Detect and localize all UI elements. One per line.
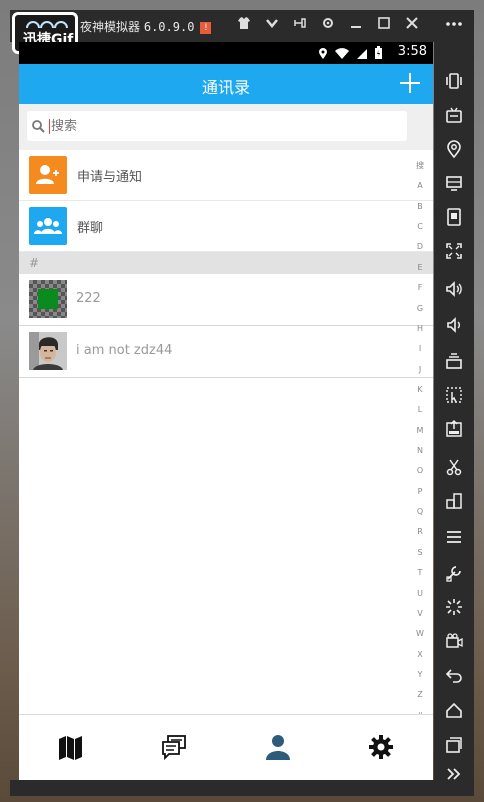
avatar: [29, 280, 67, 318]
index-letter[interactable]: Z: [417, 690, 422, 700]
shake-icon[interactable]: [434, 64, 474, 98]
index-letter[interactable]: G: [417, 304, 423, 314]
record-icon[interactable]: [434, 624, 474, 658]
emulator-sidebar: [434, 10, 474, 796]
list-item-label: 群聊: [77, 221, 104, 236]
close-icon[interactable]: [398, 16, 426, 36]
screen-icon[interactable]: [434, 166, 474, 200]
index-letter[interactable]: D: [417, 242, 423, 252]
index-letter[interactable]: S: [417, 548, 422, 558]
alert-badge[interactable]: !: [200, 21, 212, 34]
index-letter[interactable]: U: [417, 589, 423, 599]
signal-icon: [357, 48, 367, 59]
search-box[interactable]: [27, 111, 407, 141]
skin-icon[interactable]: [230, 16, 258, 36]
back-icon[interactable]: [434, 658, 474, 692]
text-caret: [49, 119, 50, 134]
settings-icon[interactable]: [367, 733, 395, 761]
avatar: [29, 332, 67, 370]
double-chevron-icon[interactable]: [434, 760, 474, 788]
scissors-icon[interactable]: [434, 450, 474, 484]
page-title: 通讯录: [201, 78, 250, 97]
chevron-down-icon[interactable]: [258, 16, 286, 36]
index-letter[interactable]: B: [417, 202, 423, 212]
location-icon: [319, 47, 327, 59]
app-bar: 通讯录: [19, 64, 433, 104]
minimize-icon[interactable]: [342, 16, 370, 36]
pin-icon[interactable]: [286, 16, 314, 36]
alphabet-index[interactable]: 搜ABCDEFGHIJKLMNOPQRSTUVWXYZ#: [413, 161, 427, 721]
index-letter[interactable]: I: [419, 344, 421, 354]
group-icon: [29, 207, 67, 245]
index-letter[interactable]: L: [418, 405, 422, 415]
section-header: #: [19, 252, 433, 274]
index-letter[interactable]: H: [417, 324, 423, 334]
gear-icon[interactable]: [314, 16, 342, 36]
logo-arcs-icon: [26, 21, 68, 29]
multi-instance-icon[interactable]: [434, 344, 474, 378]
index-letter[interactable]: Y: [418, 670, 423, 680]
index-letter[interactable]: F: [418, 283, 423, 293]
index-letter[interactable]: C: [417, 222, 423, 232]
more-icon[interactable]: [434, 12, 474, 36]
map-icon[interactable]: [57, 733, 85, 761]
index-letter[interactable]: A: [417, 181, 422, 191]
index-letter[interactable]: N: [417, 446, 423, 456]
maximize-icon[interactable]: [370, 16, 398, 36]
resize-icon[interactable]: [434, 484, 474, 518]
index-letter[interactable]: V: [417, 609, 422, 619]
wifi-icon: [335, 47, 349, 59]
search-icon: [32, 120, 45, 133]
plus-icon[interactable]: [397, 70, 423, 96]
index-letter[interactable]: 搜: [416, 161, 424, 171]
emulator-name: 夜神模拟器: [80, 20, 141, 34]
menu-icon[interactable]: [434, 520, 474, 554]
contact-row[interactable]: 222: [19, 274, 433, 326]
volume-down-icon[interactable]: [434, 308, 474, 342]
index-letter[interactable]: X: [417, 650, 422, 660]
index-letter[interactable]: Q: [417, 507, 423, 517]
search-bar: [19, 104, 433, 150]
wrench-icon[interactable]: [434, 556, 474, 590]
index-letter[interactable]: O: [417, 466, 423, 476]
list-item-label: 申请与通知: [77, 170, 143, 185]
index-letter[interactable]: K: [417, 385, 422, 395]
list-item-group-chat[interactable]: 群聊: [19, 201, 433, 252]
volume-up-icon[interactable]: [434, 272, 474, 306]
fullscreen-icon[interactable]: [434, 234, 474, 268]
robot-icon[interactable]: [434, 98, 474, 132]
macro-icon[interactable]: [434, 378, 474, 412]
index-letter[interactable]: M: [417, 426, 424, 436]
phone-screen: 3:58 通讯录 申请与通知: [19, 42, 433, 780]
index-letter[interactable]: J: [419, 365, 421, 375]
status-time: 3:58: [397, 44, 427, 59]
contact-row[interactable]: i am not zdz44: [19, 326, 433, 378]
chat-icon[interactable]: [160, 733, 188, 761]
loading-icon[interactable]: [434, 590, 474, 624]
add-user-icon: [29, 156, 67, 194]
index-letter[interactable]: E: [417, 263, 422, 273]
contact-name: 222: [76, 291, 101, 306]
home-icon[interactable]: [434, 694, 474, 728]
bottom-nav: [19, 714, 433, 780]
contact-list: 申请与通知 群聊 # 222 i am not zdz44: [19, 150, 433, 378]
location-icon[interactable]: [434, 132, 474, 166]
apk-install-icon[interactable]: [434, 412, 474, 446]
index-letter[interactable]: P: [418, 487, 423, 497]
emulator-bottom-strip: [10, 780, 434, 796]
device-icon[interactable]: [434, 200, 474, 234]
index-letter[interactable]: R: [417, 527, 423, 537]
search-input[interactable]: [51, 115, 391, 137]
emulator-title: 夜神模拟器 6.0.9.0!: [80, 18, 212, 35]
contact-name: i am not zdz44: [76, 343, 173, 358]
index-letter[interactable]: T: [418, 568, 423, 578]
list-item-requests[interactable]: 申请与通知: [19, 150, 433, 201]
contacts-icon[interactable]: [264, 733, 292, 761]
recent-apps-icon[interactable]: [434, 728, 474, 762]
index-letter[interactable]: W: [416, 629, 424, 639]
battery-icon: [375, 46, 382, 59]
emulator-version: 6.0.9.0: [143, 20, 195, 34]
status-bar: 3:58: [19, 42, 433, 64]
